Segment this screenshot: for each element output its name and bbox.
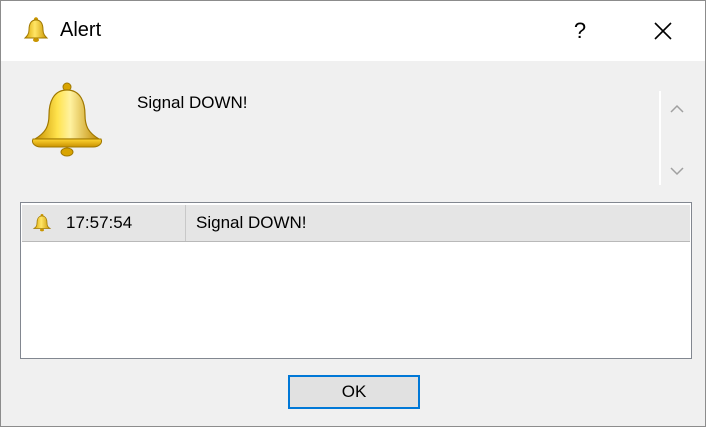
title-bar[interactable]: Alert ? <box>1 1 705 61</box>
alert-history-list[interactable]: 17:57:54 Signal DOWN! <box>20 202 692 359</box>
bell-icon <box>23 17 49 42</box>
chevron-up-icon[interactable] <box>669 101 685 117</box>
close-icon <box>654 22 672 40</box>
alert-message: Signal DOWN! <box>137 93 248 112</box>
alert-time: 17:57:54 <box>66 213 133 232</box>
message-area: Signal DOWN! <box>1 61 705 193</box>
chevron-down-icon[interactable] <box>669 163 685 179</box>
close-button[interactable] <box>637 1 689 61</box>
ok-button[interactable]: OK <box>288 375 420 409</box>
alert-dialog: Alert ? Signal DOWN! 17:57:54 Signal DOW… <box>0 0 706 427</box>
bell-icon <box>32 214 52 232</box>
help-button[interactable]: ? <box>557 1 603 61</box>
message-scrollbar[interactable] <box>659 91 691 185</box>
window-title: Alert <box>60 19 102 41</box>
alert-row-message: Signal DOWN! <box>196 213 307 232</box>
list-item[interactable]: 17:57:54 Signal DOWN! <box>22 205 690 242</box>
bell-icon <box>32 82 102 157</box>
column-divider <box>185 205 186 241</box>
